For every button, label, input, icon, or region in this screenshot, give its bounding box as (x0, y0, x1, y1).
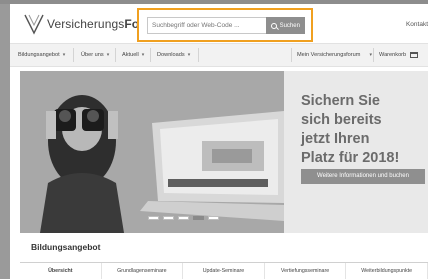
tab-update-seminare[interactable]: Update-Seminare (183, 263, 265, 279)
page: VersicherungsForum Suchen Kontakt Bildun… (10, 4, 428, 279)
nav-divider (115, 48, 116, 62)
hero-headline-line: jetzt Ihren (301, 131, 370, 147)
chevron-down-icon: ▾ (141, 52, 145, 58)
nav-divider (198, 48, 199, 62)
search-box: Suchen (147, 17, 305, 34)
tab-uebersicht[interactable]: Übersicht (20, 263, 102, 279)
nav-divider (150, 48, 151, 62)
search-button[interactable]: Suchen (265, 17, 305, 34)
hero-headline: Sichern Sie sich bereits jetzt Ihren Pla… (301, 92, 399, 168)
offer-tabs: Übersicht Grundlagenseminare Update-Semi… (20, 262, 428, 279)
hero-cta-button[interactable]: Weitere Informationen und buchen (301, 169, 425, 184)
slider-dot[interactable] (208, 216, 219, 220)
nav-item-label: Aktuell (122, 52, 139, 58)
tab-weiterbildungspunkte[interactable]: Weiterbildungspunkte (346, 263, 428, 279)
nav-divider (373, 48, 374, 62)
hero-slider: Sichern Sie sich bereits jetzt Ihren Pla… (20, 71, 428, 233)
section-title: Bildungsangebot (31, 242, 101, 252)
chevron-down-icon: ▾ (369, 52, 372, 58)
nav-item-label: Mein Versicherungsforum (297, 52, 361, 58)
hero-headline-line: Sichern Sie (301, 93, 380, 109)
search-button-label: Suchen (279, 22, 300, 29)
chevron-down-icon: ▾ (62, 52, 66, 58)
logo-prefix: Versicherungs (47, 17, 125, 31)
search-area: Suchen (137, 8, 313, 42)
main-nav: Bildungsangebot ▾ Über uns ▾ Aktuell ▾ Down… (10, 43, 428, 67)
slider-dot[interactable] (148, 216, 159, 220)
nav-divider (73, 48, 74, 62)
hero-headline-line: Platz für 2018! (301, 150, 400, 166)
slider-dot-active[interactable] (193, 216, 204, 220)
cart-icon (410, 51, 419, 58)
nav-item-label: Downloads (157, 52, 185, 58)
site-header: VersicherungsForum Suchen Kontakt (10, 4, 428, 42)
hero-headline-line: sich bereits (301, 112, 382, 128)
tab-grundlagenseminare[interactable]: Grundlagenseminare (102, 263, 184, 279)
chevron-down-icon: ▾ (187, 52, 191, 58)
nav-item-ueber-uns[interactable]: Über uns ▾ (81, 44, 109, 66)
nav-item-downloads[interactable]: Downloads ▾ (157, 44, 190, 66)
tab-vertiefungsseminare[interactable]: Vertiefungsseminare (265, 263, 347, 279)
slider-pagination (148, 216, 219, 220)
hero-image (20, 71, 284, 233)
nav-item-aktuell[interactable]: Aktuell ▾ (122, 44, 144, 66)
nav-item-bildungsangebot[interactable]: Bildungsangebot ▾ (18, 44, 65, 66)
nav-item-account[interactable]: Mein Versicherungsforum ▾ (297, 44, 372, 66)
logo-v-icon (24, 14, 44, 35)
nav-item-label: Warenkorb (379, 52, 407, 58)
nav-item-cart[interactable]: Warenkorb (379, 44, 419, 66)
slider-dot[interactable] (163, 216, 174, 220)
nav-divider (291, 48, 292, 62)
contact-link[interactable]: Kontakt (406, 21, 428, 28)
nav-item-label: Über uns (81, 52, 104, 58)
chevron-down-icon: ▾ (106, 52, 110, 58)
slider-dot[interactable] (178, 216, 189, 220)
search-input[interactable] (147, 17, 266, 34)
search-icon (270, 22, 277, 29)
nav-item-label: Bildungsangebot (18, 52, 60, 58)
